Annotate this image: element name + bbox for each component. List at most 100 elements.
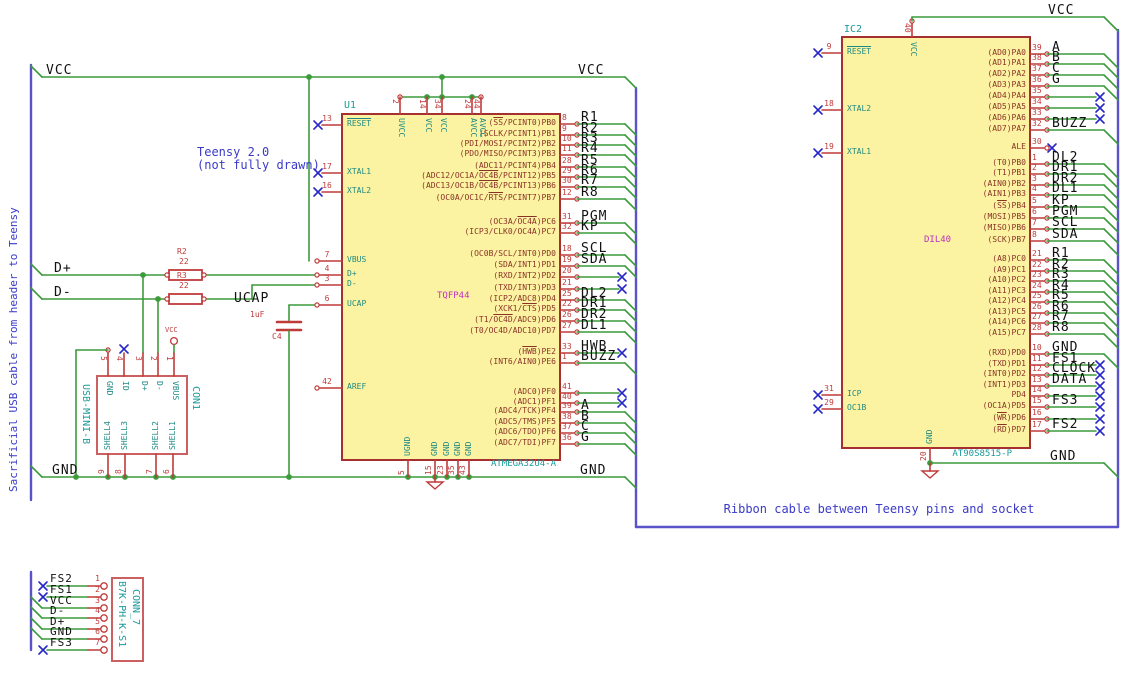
- pin-number: 23: [1032, 270, 1042, 279]
- pin-name: (A10)PC2: [987, 275, 1026, 284]
- pin-number: 18: [562, 244, 572, 253]
- net-label-vcc-topright[interactable]: VCC: [1048, 4, 1074, 18]
- wire-entry: [1103, 129, 1119, 145]
- usb-ref: CON1: [190, 386, 201, 411]
- pin-number: 34: [1032, 97, 1042, 106]
- conn7-pin-circle: [100, 635, 108, 643]
- wire-dplus: [30, 263, 43, 276]
- pin-name: (AD2)PA2: [987, 69, 1026, 78]
- net-label-SDA[interactable]: SDA: [581, 253, 607, 267]
- net-label-vcc-topleft[interactable]: VCC: [46, 64, 72, 78]
- net-label-dminus[interactable]: D-: [54, 286, 72, 300]
- wire-entry: [624, 166, 637, 179]
- pin-name: AVCC: [469, 118, 478, 138]
- wire-entry: [1103, 217, 1119, 233]
- pin-number: 2: [149, 356, 158, 361]
- pin-number: 31: [562, 212, 572, 221]
- pin-name: (AD3)PA3: [987, 80, 1026, 89]
- wire-vcc: [624, 76, 637, 89]
- wire-entry: [624, 443, 637, 456]
- net-label-R8[interactable]: R8: [1052, 321, 1070, 335]
- net-label-FS3[interactable]: FS3: [1052, 394, 1078, 408]
- pin-end-circle: [164, 272, 170, 278]
- pin-number: 40: [903, 23, 912, 33]
- pin-number: 39: [562, 401, 572, 410]
- pin-name: (SS)PB4: [992, 201, 1026, 210]
- net-label-BUZZ[interactable]: BUZZ: [581, 350, 616, 364]
- pin-number: 23: [436, 465, 445, 475]
- net-label-gnd-right[interactable]: GND: [580, 464, 606, 478]
- pin-number: 27: [1032, 312, 1042, 321]
- pin-name: D+: [347, 269, 357, 278]
- net-label-SDA[interactable]: SDA: [1052, 228, 1078, 242]
- wire-entry: [624, 411, 637, 424]
- pin-name: (ADC13/OC1B/OC4B/PCINT13)PB6: [421, 181, 556, 190]
- pin-name: (A12)PC4: [987, 296, 1026, 305]
- net-label-vcc-right[interactable]: VCC: [578, 64, 604, 78]
- net-label-FS3[interactable]: FS3: [50, 637, 73, 649]
- pin-number: 6: [1032, 207, 1037, 216]
- pin-end-circle: [314, 385, 320, 391]
- vcc-symbol-label: VCC: [165, 326, 178, 334]
- pin-name: (ADC12/OC1A/OC4B/PCINT12)PB5: [421, 171, 556, 180]
- wire-D-: [30, 606, 43, 619]
- resistor-r3[interactable]: [168, 293, 203, 305]
- vcc-symbol-icon: [169, 336, 179, 346]
- net-label-ucap[interactable]: UCAP: [234, 292, 269, 306]
- wire-GND: [30, 627, 43, 640]
- pin-number: 32: [562, 222, 572, 231]
- pin-name: (T0/OC4D/ADC10)PD7: [469, 326, 556, 335]
- pin-name: (MOSI)PB5: [982, 212, 1026, 221]
- net-label-FS2[interactable]: FS2: [1052, 418, 1078, 432]
- pin-name: (TXD/INT3)PD3: [493, 283, 556, 292]
- conn7-value: B7K-PH-K-S1: [116, 581, 127, 648]
- pin-number: 37: [1032, 64, 1042, 73]
- pin-number: 24: [1032, 281, 1042, 290]
- gnd-symbol-icon: [920, 470, 940, 479]
- pin-name: (AIN1)PB3: [982, 189, 1026, 198]
- net-label-R8[interactable]: R8: [581, 186, 599, 200]
- net-label-G[interactable]: G: [1052, 73, 1061, 87]
- net-label-BUZZ[interactable]: BUZZ: [1052, 117, 1087, 131]
- resistor-r2-value: 22: [179, 257, 189, 266]
- net-label-G[interactable]: G: [581, 431, 590, 445]
- pin-number: 7: [324, 250, 330, 259]
- pin-number: 6: [95, 627, 100, 636]
- pin-name: (AIN0)PB2: [982, 179, 1026, 188]
- pin-name: (OC0B/SCL/INT0)PD0: [469, 249, 556, 258]
- teensy-note-line1: Teensy 2.0: [197, 145, 270, 159]
- pin-number: 28: [562, 156, 572, 165]
- wire-entry: [624, 123, 637, 136]
- net-label-dplus[interactable]: D+: [54, 262, 72, 276]
- conn7-pin-circle: [100, 625, 108, 633]
- wire-entry: [624, 198, 637, 211]
- pin-end-circle: [201, 296, 207, 302]
- pin-name: (AD7)PA7: [987, 124, 1026, 133]
- pin-name: RESET: [847, 47, 872, 56]
- net-label-gnd-ic2[interactable]: GND: [1050, 450, 1076, 464]
- pin-number: 14: [418, 99, 427, 109]
- conn7-pin-circle: [100, 593, 108, 601]
- net-label-KP[interactable]: KP: [581, 220, 599, 234]
- pin-number: 16: [322, 181, 332, 190]
- pin-number: 19: [562, 255, 572, 264]
- pin-number: 35: [1032, 86, 1042, 95]
- pin-number: 25: [562, 289, 572, 298]
- pin-number: 36: [1032, 75, 1042, 84]
- net-label-DATA[interactable]: DATA: [1052, 373, 1087, 387]
- wire-entry: [1103, 259, 1119, 275]
- pin-number: 16: [1032, 408, 1042, 417]
- pin-name: ID: [121, 381, 130, 391]
- pin-name: VCC: [424, 118, 433, 133]
- pin-name: (ICP3/CLK0/OC4A)PC7: [464, 227, 556, 236]
- pin-number: 21: [562, 278, 572, 287]
- conn7-pin-circle: [100, 646, 108, 654]
- junction-dot: [306, 74, 312, 80]
- net-label-gnd-left[interactable]: GND: [52, 464, 78, 478]
- pin-number: 2: [95, 585, 100, 594]
- net-label-DL1[interactable]: DL1: [581, 319, 607, 333]
- wire-entry: [624, 309, 637, 322]
- pin-name: (OC1A)PD5: [982, 401, 1026, 410]
- wire-entry: [624, 362, 637, 375]
- wire-vcc: [30, 65, 43, 78]
